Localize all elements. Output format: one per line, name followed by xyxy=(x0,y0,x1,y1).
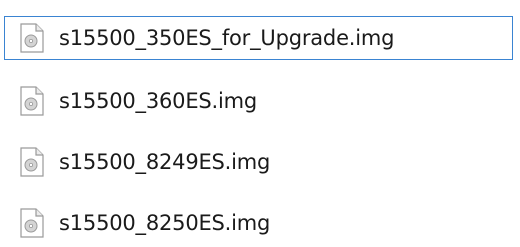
file-list: s15500_350ES_for_Upgrade.img s15500_360E… xyxy=(0,0,520,247)
file-item[interactable]: s15500_8250ES.img xyxy=(4,201,513,245)
file-name: s15500_8249ES.img xyxy=(59,150,271,174)
file-name: s15500_8250ES.img xyxy=(59,211,271,235)
disc-image-file-icon xyxy=(20,147,44,177)
disc-image-file-icon xyxy=(20,86,44,116)
file-item[interactable]: s15500_360ES.img xyxy=(4,79,513,123)
file-name: s15500_350ES_for_Upgrade.img xyxy=(59,26,395,50)
disc-image-file-icon xyxy=(20,208,44,238)
file-item[interactable]: s15500_8249ES.img xyxy=(4,140,513,184)
file-name: s15500_360ES.img xyxy=(59,89,258,113)
disc-image-file-icon xyxy=(20,23,44,53)
file-item-selected[interactable]: s15500_350ES_for_Upgrade.img xyxy=(4,16,513,60)
